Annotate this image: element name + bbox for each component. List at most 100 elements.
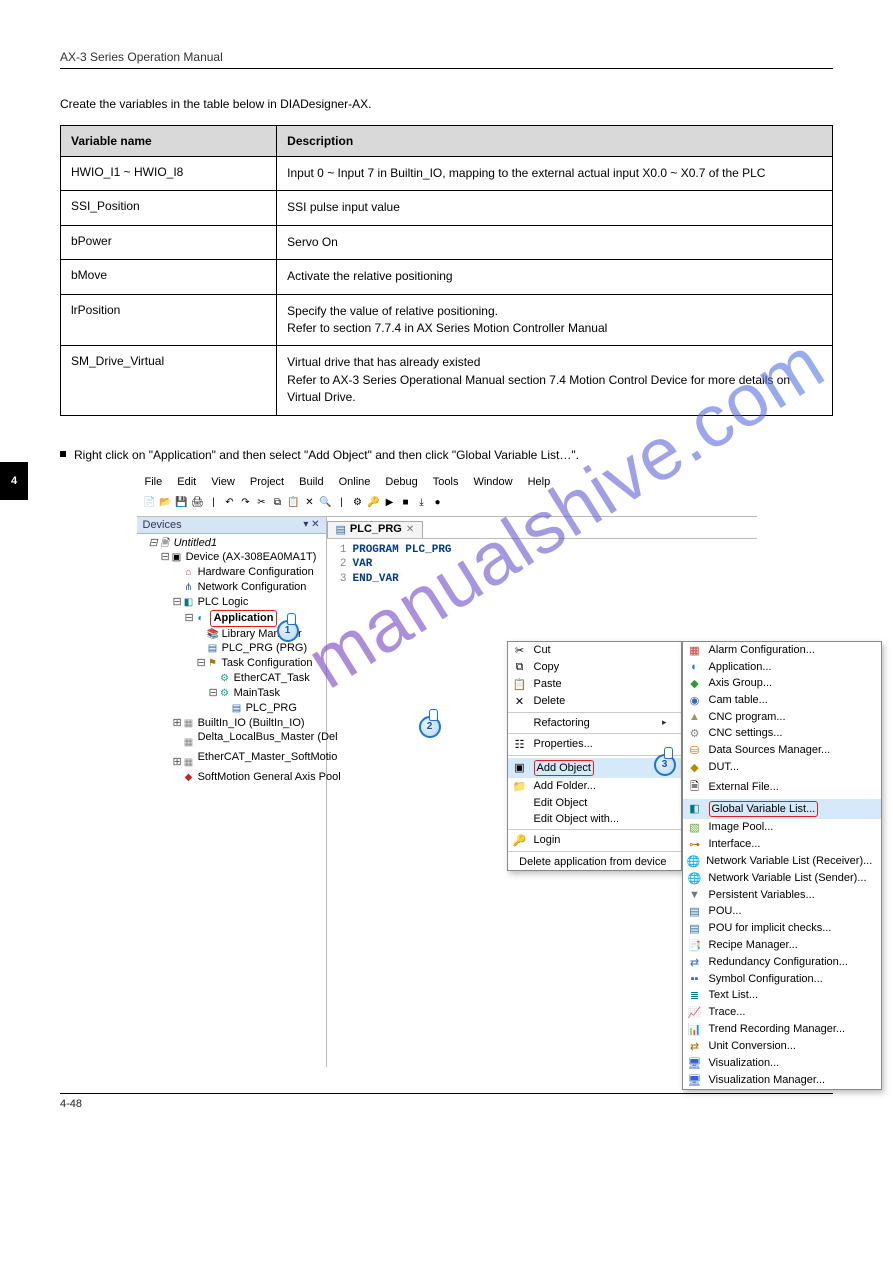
- tree-plc-logic[interactable]: ⊟◧ PLC Logic: [169, 595, 324, 610]
- dut-icon: ◆: [687, 761, 703, 774]
- tree-net-config[interactable]: ⋔ Network Configuration: [169, 580, 324, 595]
- run-icon[interactable]: ▶: [383, 496, 397, 510]
- menu-item-visualization-mgr[interactable]: 🖥Visualization Manager...: [683, 1072, 881, 1089]
- undo-icon[interactable]: ↶: [223, 496, 237, 510]
- nvl-icon: 🌐: [687, 855, 701, 868]
- editor-tab-plcprg[interactable]: ▤ PLC_PRG ✕: [327, 521, 424, 538]
- menu-item-add-folder[interactable]: 📁Add Folder...: [508, 778, 681, 795]
- menu-item-cnc-program[interactable]: ▲CNC program...: [683, 709, 881, 725]
- tree-device[interactable]: ⊟▣ Device (AX-308EA0MA1T): [157, 550, 324, 565]
- open-icon[interactable]: 📂: [159, 496, 173, 510]
- menu-item-trend[interactable]: 📊Trend Recording Manager...: [683, 1021, 881, 1038]
- menu-item-cam-table[interactable]: ◉Cam table...: [683, 692, 881, 709]
- menu-item-data-sources[interactable]: ⛁Data Sources Manager...: [683, 742, 881, 759]
- tree-hw-config[interactable]: ⌂ Hardware Configuration: [169, 565, 324, 580]
- menu-tools[interactable]: Tools: [433, 476, 459, 488]
- unit-icon: ⇄: [687, 1040, 703, 1053]
- menu-item-cnc-settings[interactable]: ⚙CNC settings...: [683, 725, 881, 742]
- menu-item-axis-group[interactable]: ◆Axis Group...: [683, 675, 881, 692]
- copy-icon[interactable]: ⧉: [271, 496, 285, 510]
- build-icon[interactable]: ⚙: [351, 496, 365, 510]
- tree-library-manager[interactable]: 📚 Library Manager: [193, 627, 324, 642]
- menu-edit[interactable]: Edit: [177, 476, 196, 488]
- cell-name: HWIO_I1 ~ HWIO_I8: [61, 157, 277, 191]
- tree-softmotion-pool[interactable]: ◆ SoftMotion General Axis Pool: [169, 770, 324, 785]
- tree-application[interactable]: ⊟◐ Application: [181, 610, 324, 627]
- tree-ecat-master[interactable]: ⊞▦ EtherCAT_Master_SoftMotion (EtherCAT …: [169, 750, 324, 770]
- instruction-step: Right click on "Application" and then se…: [60, 446, 833, 464]
- step-icon[interactable]: ⤓: [415, 496, 429, 510]
- table-row: HWIO_I1 ~ HWIO_I8 Input 0 ~ Input 7 in B…: [61, 157, 833, 191]
- tree-task-config[interactable]: ⊟⚑ Task Configuration: [193, 656, 324, 671]
- menu-item-cut[interactable]: ✂Cut: [508, 642, 681, 659]
- tree-builtin-io[interactable]: ⊞▦ BuiltIn_IO (BuiltIn_IO): [169, 716, 324, 731]
- tree-root[interactable]: ⊟🗎 Untitled1: [145, 536, 324, 551]
- redo-icon[interactable]: ↷: [239, 496, 253, 510]
- menu-item-dut[interactable]: ◆DUT...: [683, 759, 881, 776]
- pane-controls[interactable]: ▾ ✕: [303, 519, 319, 531]
- tree-localbus[interactable]: ▦ Delta_LocalBus_Master (Delta LocalBus …: [169, 730, 324, 750]
- menu-build[interactable]: Build: [299, 476, 323, 488]
- sep-icon: |: [335, 496, 349, 510]
- menu-item-alarm-config[interactable]: ▦Alarm Configuration...: [683, 642, 881, 659]
- find-icon[interactable]: 🔍: [319, 496, 333, 510]
- pou-icon: ▤: [687, 922, 703, 935]
- menu-item-recipe[interactable]: 📑Recipe Manager...: [683, 937, 881, 954]
- breakpoint-icon[interactable]: ●: [431, 496, 445, 510]
- menu-item-redundancy[interactable]: ⇄Redundancy Configuration...: [683, 954, 881, 971]
- recipe-icon: 📑: [687, 939, 703, 952]
- interface-icon: ⊶: [687, 838, 703, 851]
- menu-item-edit-object[interactable]: Edit Object: [508, 795, 681, 811]
- menu-file[interactable]: File: [145, 476, 163, 488]
- menu-item-delete-app[interactable]: Delete application from device: [508, 854, 681, 870]
- menu-item-pou-implicit[interactable]: ▤POU for implicit checks...: [683, 920, 881, 937]
- table-row: bMove Activate the relative positioning: [61, 260, 833, 294]
- menu-item-login[interactable]: 🔑Login: [508, 832, 681, 849]
- menu-item-text-list[interactable]: ≣Text List...: [683, 987, 881, 1004]
- menu-project[interactable]: Project: [250, 476, 284, 488]
- tree-ecat-task[interactable]: ⚙ EtherCAT_Task: [205, 671, 324, 686]
- login-icon[interactable]: 🔑: [367, 496, 381, 510]
- tree-task-prg[interactable]: ▤ PLC_PRG: [217, 701, 324, 716]
- delete-icon[interactable]: ✕: [303, 496, 317, 510]
- save-icon[interactable]: 💾: [175, 496, 189, 510]
- table-row: SSI_Position SSI pulse input value: [61, 191, 833, 225]
- paste-icon[interactable]: 📋: [287, 496, 301, 510]
- new-icon[interactable]: 📄: [143, 496, 157, 510]
- menu-item-visualization[interactable]: 🖥Visualization...: [683, 1055, 881, 1072]
- menu-item-copy[interactable]: ⧉Copy: [508, 659, 681, 676]
- menu-item-image-pool[interactable]: ▧Image Pool...: [683, 819, 881, 836]
- menu-debug[interactable]: Debug: [385, 476, 417, 488]
- trend-icon: 📊: [687, 1023, 703, 1036]
- menu-view[interactable]: View: [211, 476, 235, 488]
- menu-window[interactable]: Window: [473, 476, 512, 488]
- print-icon[interactable]: 🖨: [191, 496, 205, 510]
- cut-icon[interactable]: ✂: [255, 496, 269, 510]
- menu-item-edit-object-with[interactable]: Edit Object with...: [508, 811, 681, 827]
- menu-item-symbol-config[interactable]: ▪▪Symbol Configuration...: [683, 971, 881, 987]
- menu-item-trace[interactable]: 📈Trace...: [683, 1004, 881, 1021]
- editor-code[interactable]: 1PROGRAM PLC_PRG 2VAR 3END_VAR: [327, 539, 757, 592]
- menu-help[interactable]: Help: [528, 476, 551, 488]
- menu-item-properties[interactable]: ☷Properties...: [508, 736, 681, 753]
- menu-item-persistent-vars[interactable]: ▼Persistent Variables...: [683, 887, 881, 903]
- menu-item-delete[interactable]: ✕Delete: [508, 693, 681, 710]
- menu-item-paste[interactable]: 📋Paste: [508, 676, 681, 693]
- close-icon[interactable]: ✕: [406, 524, 414, 535]
- menu-item-unit-conversion[interactable]: ⇄Unit Conversion...: [683, 1038, 881, 1055]
- menu-item-refactoring[interactable]: Refactoring: [508, 715, 681, 731]
- menu-item-external-file[interactable]: 🗎External File...: [683, 776, 881, 799]
- menu-item-nvl-receiver[interactable]: 🌐Network Variable List (Receiver)...: [683, 853, 881, 870]
- tree-plc-prg[interactable]: ▤ PLC_PRG (PRG): [193, 641, 324, 656]
- menu-item-application[interactable]: ◐Application...: [683, 659, 881, 675]
- menu-online[interactable]: Online: [339, 476, 371, 488]
- stop-icon[interactable]: ■: [399, 496, 413, 510]
- menu-item-pou[interactable]: ▤POU...: [683, 903, 881, 920]
- folder-icon: 📁: [512, 780, 528, 793]
- page-header-title: AX-3 Series Operation Manual: [60, 50, 833, 64]
- menu-item-global-variable-list[interactable]: ◧Global Variable List...: [683, 799, 881, 819]
- settings-icon: ⚙: [687, 727, 703, 740]
- menu-item-interface[interactable]: ⊶Interface...: [683, 836, 881, 853]
- tree-maintask[interactable]: ⊟⚙ MainTask: [205, 686, 324, 701]
- menu-item-nvl-sender[interactable]: 🌐Network Variable List (Sender)...: [683, 870, 881, 887]
